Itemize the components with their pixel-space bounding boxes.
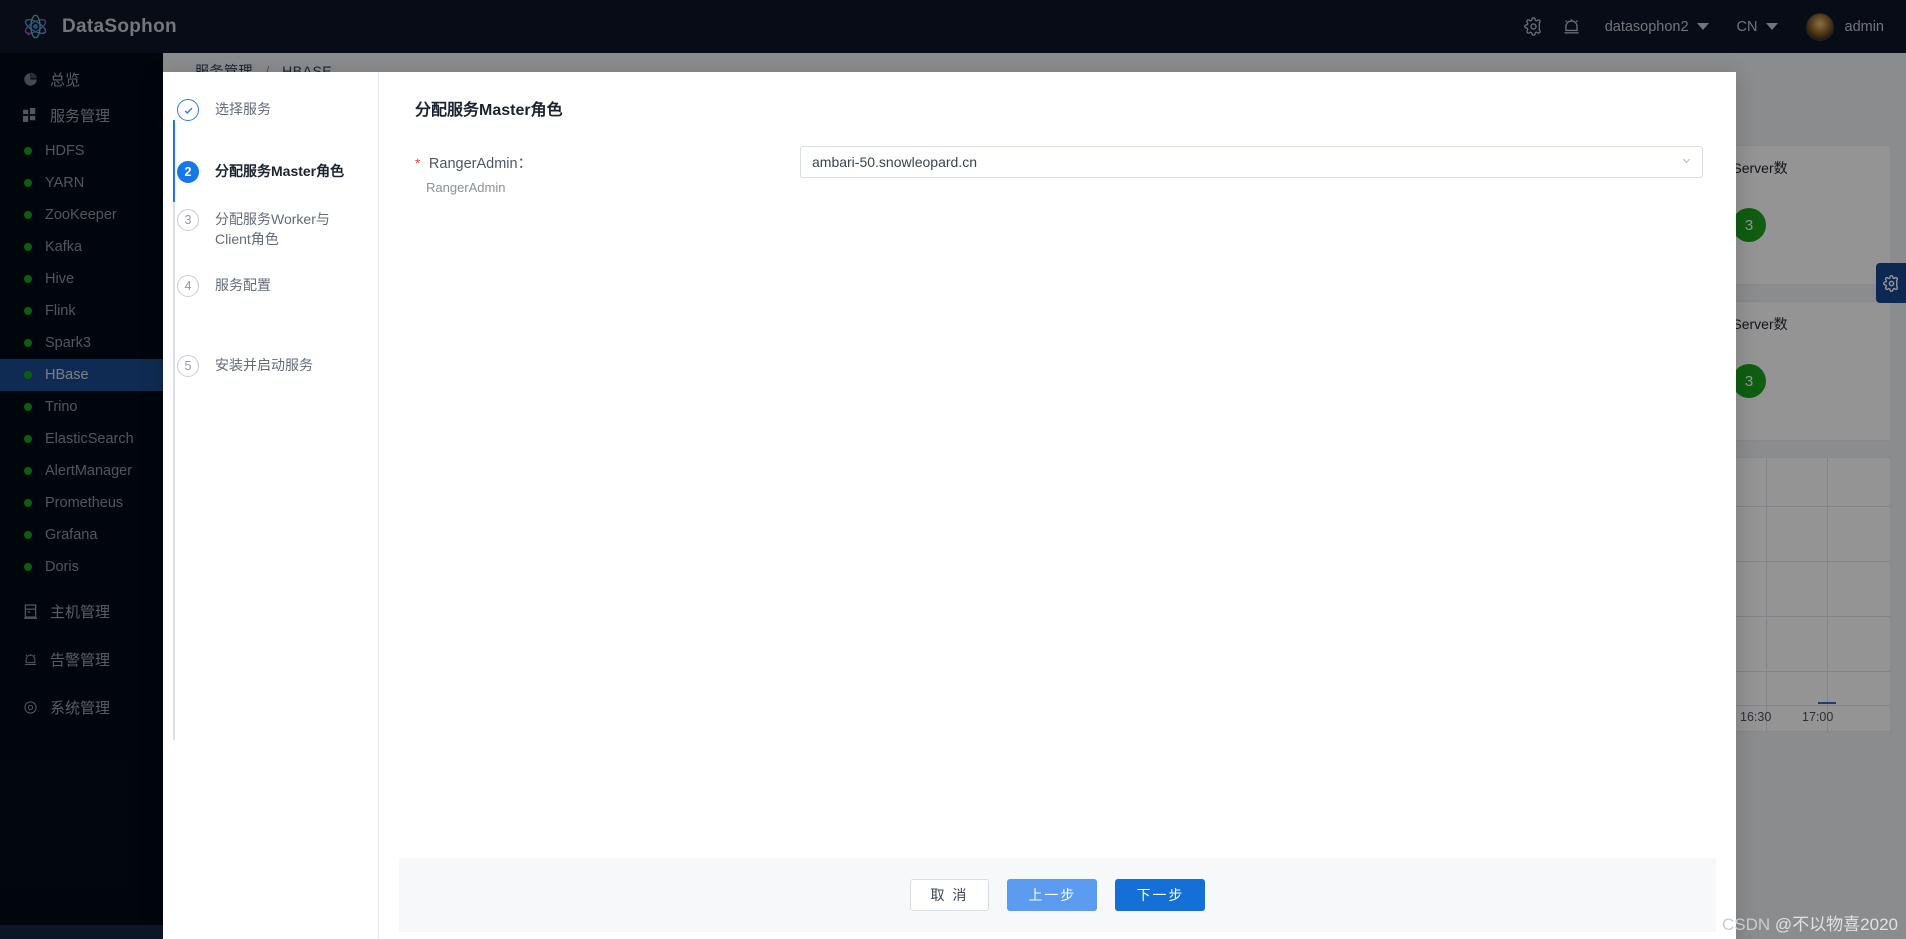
- check-icon: [184, 107, 192, 114]
- wizard-step-label: 分配服务Worker与Client角色: [215, 211, 330, 247]
- wizard-step-label: 选择服务: [215, 101, 271, 117]
- step-connector-active: [173, 120, 175, 202]
- wizard-step-label: 服务配置: [215, 277, 271, 293]
- wizard-step-4[interactable]: 4 服务配置: [177, 274, 378, 297]
- form-field-rangeradmin: * RangerAdmin： RangerAdmin ambari-50.sno…: [415, 146, 1716, 195]
- step-connector: [173, 202, 175, 740]
- app-root: 服务管理 / HBASE RegionServer数 3 RegionServe…: [0, 0, 1906, 939]
- wizard-body: 分配服务Master角色 * RangerAdmin： RangerAdmin …: [379, 72, 1736, 858]
- wizard-step-5[interactable]: 5 安装并启动服务: [177, 354, 378, 377]
- field-sublabel: RangerAdmin: [426, 180, 506, 195]
- previous-step-button[interactable]: 上一步: [1007, 879, 1098, 911]
- watermark-handle: @不以物喜2020: [1774, 915, 1898, 934]
- step-number: 5: [177, 355, 199, 377]
- next-step-button[interactable]: 下一步: [1115, 879, 1206, 911]
- select-value: ambari-50.snowleopard.cn: [812, 154, 977, 170]
- wizard-step-label: 分配服务Master角色: [215, 163, 345, 179]
- field-label-line: * RangerAdmin：: [415, 152, 800, 173]
- sidebar-bottom-strip: [0, 925, 163, 939]
- step-status-icon: [177, 99, 199, 121]
- wizard-steps: 选择服务 2 分配服务Master角色 3 分配服务Worker与Client角…: [163, 72, 379, 939]
- chevron-down-icon: [1681, 155, 1692, 169]
- step-number: 4: [177, 275, 199, 297]
- required-mark: *: [415, 155, 421, 171]
- wizard-step-2[interactable]: 2 分配服务Master角色: [177, 160, 378, 183]
- install-service-wizard-modal: 选择服务 2 分配服务Master角色 3 分配服务Worker与Client角…: [163, 72, 1736, 939]
- watermark-source: CSDN: [1722, 915, 1771, 934]
- step-number: 2: [177, 161, 199, 183]
- cancel-button[interactable]: 取 消: [909, 879, 990, 911]
- field-label-group: * RangerAdmin： RangerAdmin: [415, 146, 800, 195]
- page-title: 分配服务Master角色: [415, 102, 563, 119]
- watermark: CSDN @不以物喜2020: [1722, 910, 1898, 935]
- field-label: RangerAdmin：: [428, 156, 533, 172]
- rangeradmin-host-select[interactable]: ambari-50.snowleopard.cn: [800, 146, 1703, 178]
- wizard-step-1[interactable]: 选择服务: [177, 98, 378, 121]
- step-number: 3: [177, 209, 199, 231]
- wizard-step-label: 安装并启动服务: [215, 357, 313, 373]
- wizard-content-pane: 分配服务Master角色 * RangerAdmin： RangerAdmin …: [379, 72, 1736, 939]
- wizard-step-3[interactable]: 3 分配服务Worker与Client角色: [177, 208, 378, 249]
- wizard-footer: 取 消 上一步 下一步: [399, 858, 1716, 932]
